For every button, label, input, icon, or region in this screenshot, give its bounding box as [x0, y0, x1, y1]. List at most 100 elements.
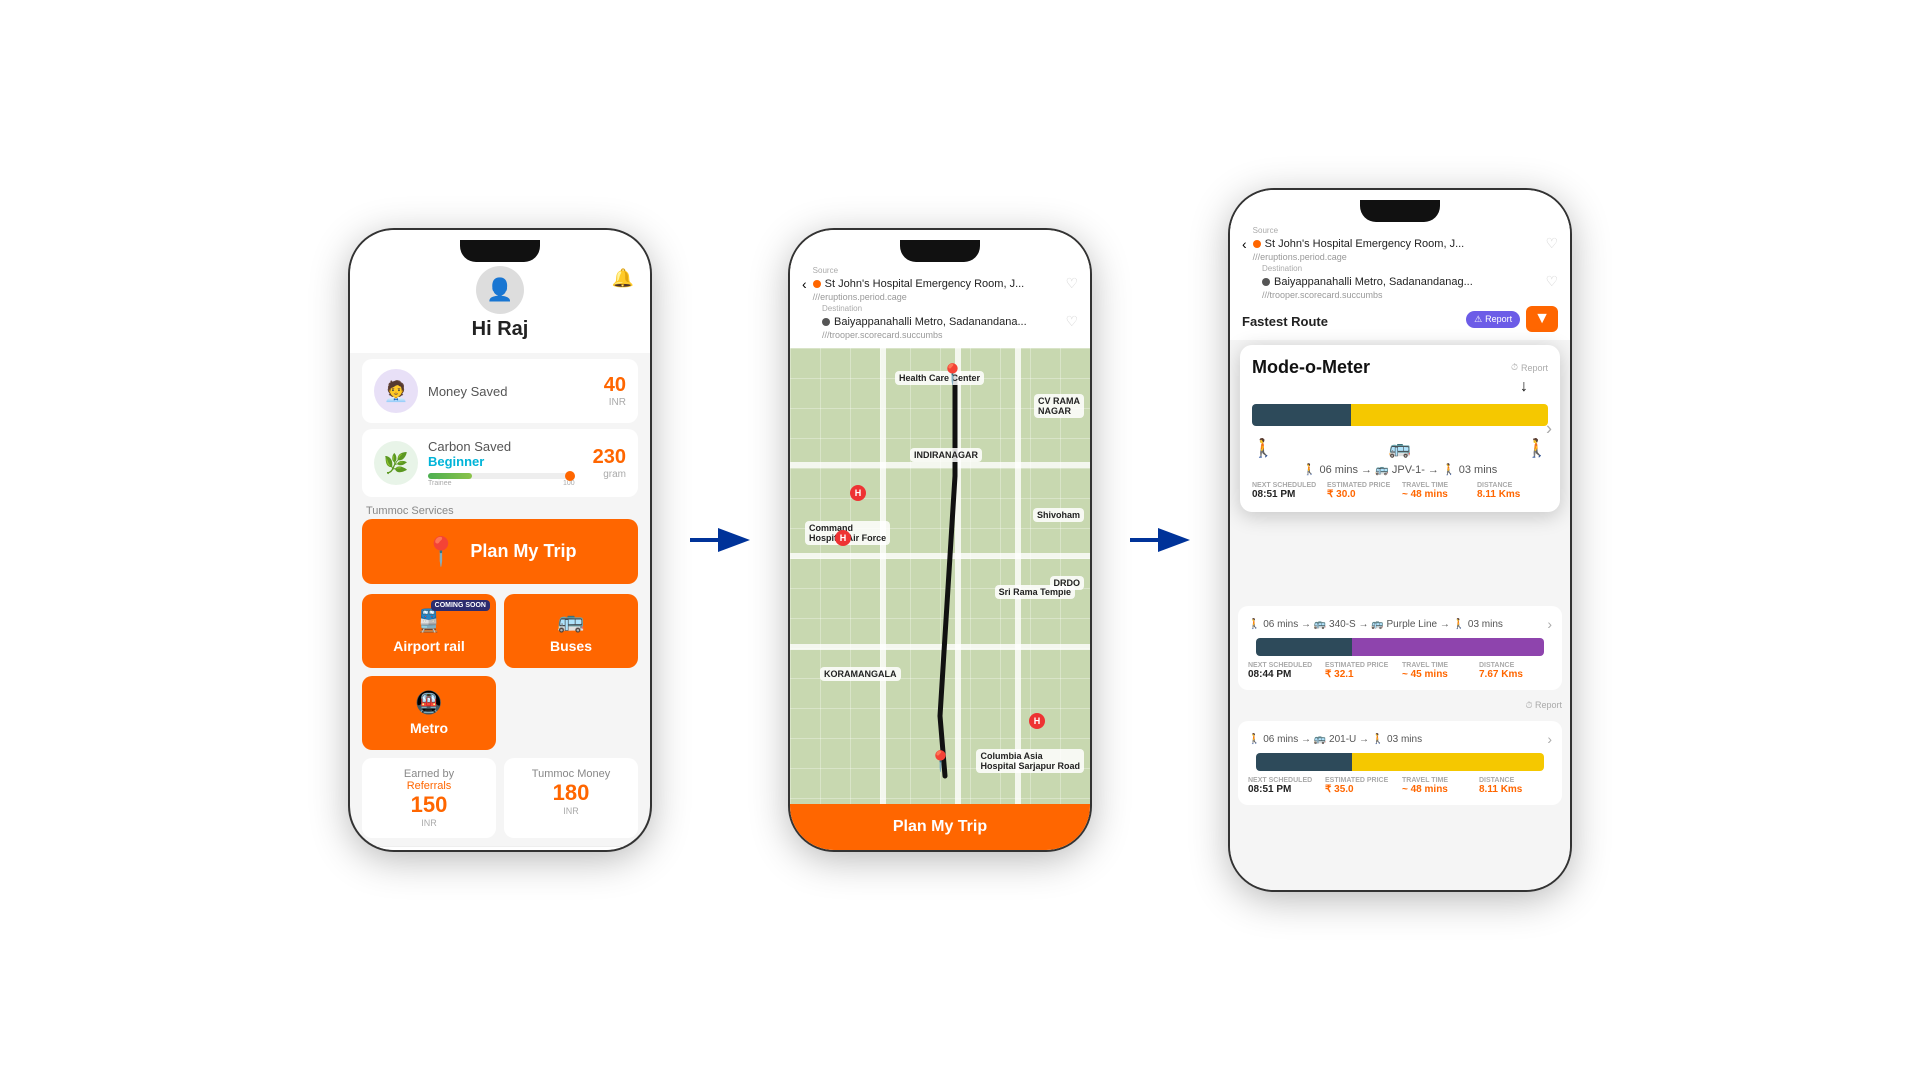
back-icon[interactable]: ‹: [802, 276, 807, 292]
est-price-value-3: ₹ 35.0: [1325, 784, 1398, 795]
card-arrow-3[interactable]: ›: [1547, 731, 1552, 747]
dest-dot-routes: [1262, 278, 1270, 286]
metro-button[interactable]: 🚇 Metro: [362, 676, 496, 750]
tummoc-money-card: Tummoc Money 180 INR: [504, 758, 638, 838]
distance-label-3: DISTANCE: [1479, 777, 1552, 784]
next-sched-label-3: NEXT SCHEDULED: [1248, 777, 1321, 784]
map-pin-dest: 📍: [928, 749, 953, 774]
source-dot: [813, 280, 821, 288]
buses-label: Buses: [550, 638, 592, 654]
money-icon: 🧑‍💼: [374, 369, 418, 413]
phone-routes: ‹ Source St John's Hospital Emergency Ro…: [1230, 190, 1570, 890]
progress-label-max: 100: [563, 480, 575, 487]
route-card-3: 🚶 06 mins → 🚌 201-U → 🚶 03 mins › NEXT S…: [1238, 721, 1562, 805]
map-pin-source: 📍: [940, 362, 965, 387]
est-price-label-2: ESTIMATED PRICE: [1325, 662, 1398, 669]
map-label-columbia: Columbia AsiaHospital Sarjapur Road: [976, 749, 1084, 773]
mode-meter-title: Mode-o-Meter: [1252, 357, 1370, 378]
route-card-2-header: 🚶 06 mins → 🚌 340-S → 🚌 Purple Line → 🚶 …: [1248, 616, 1552, 632]
source-name-routes: St John's Hospital Emergency Room, J...: [1265, 238, 1542, 250]
next-sched-label-1: NEXT SCHEDULED: [1252, 482, 1323, 489]
dest-label-routes: Destination: [1262, 264, 1558, 273]
filter-button[interactable]: ▼: [1526, 306, 1558, 332]
route-card-2: 🚶 06 mins → 🚌 340-S → 🚌 Purple Line → 🚶 …: [1238, 606, 1562, 690]
meter-bar: [1252, 404, 1548, 426]
route-details-2: NEXT SCHEDULED 08:44 PM ESTIMATED PRICE …: [1248, 662, 1552, 680]
tummoc-money-unit: INR: [516, 806, 626, 816]
distance-label-1: DISTANCE: [1477, 482, 1548, 489]
money-saved-card: 🧑‍💼 Money Saved 40 INR: [362, 359, 638, 423]
distance-value-2: 7.67 Kms: [1479, 669, 1552, 680]
earned-referrals-unit: INR: [374, 818, 484, 828]
card-arrow-1[interactable]: ›: [1546, 418, 1552, 439]
dest-dot: [822, 318, 830, 326]
source-heart-routes[interactable]: ♡: [1545, 235, 1558, 252]
source-dot-routes: [1253, 240, 1261, 248]
travel-time-value-3: ~ 48 mins: [1402, 784, 1475, 795]
phone-home: 🔔 👤 Hi Raj 🧑‍💼 Money Saved 40 INR: [350, 230, 650, 850]
travel-time-label-1: TRAVEL TIME: [1402, 482, 1473, 489]
tummoc-money-value: 180: [516, 780, 626, 806]
distance-value-3: 8.11 Kms: [1479, 784, 1552, 795]
bell-icon[interactable]: 🔔: [612, 268, 634, 289]
plan-trip-label: Plan My Trip: [470, 541, 576, 562]
dest-sub-routes: ///trooper.scorecard.succumbs: [1262, 290, 1558, 300]
carbon-value: 230: [593, 446, 626, 469]
service-grid: COMING SOON 🚆 Airport rail 🚌 Buses 🚇 Met…: [350, 594, 650, 750]
routes-screen: ‹ Source St John's Hospital Emergency Ro…: [1230, 190, 1570, 890]
source-label-routes: Source: [1253, 226, 1558, 235]
map-label-shivoham: Shivoham: [1033, 508, 1084, 522]
source-name-map: St John's Hospital Emergency Room, J...: [825, 278, 1062, 290]
back-icon-routes[interactable]: ‹: [1242, 236, 1247, 252]
mode-icons: 🚶 🚌 🚶: [1252, 434, 1548, 463]
money-saved-unit: INR: [604, 397, 626, 408]
routes-header: ‹ Source St John's Hospital Emergency Ro…: [1230, 190, 1570, 340]
fastest-route-label: Fastest Route: [1242, 308, 1328, 331]
route-details-1: NEXT SCHEDULED 08:51 PM ESTIMATED PRICE …: [1252, 482, 1548, 500]
report-button-header[interactable]: ⚠ Report: [1466, 311, 1520, 328]
map-screen: ‹ Source St John's Hospital Emergency Ro…: [790, 230, 1090, 850]
metro-label: Metro: [410, 720, 448, 736]
source-heart-icon[interactable]: ♡: [1065, 275, 1078, 292]
arrow-2: [1130, 525, 1190, 555]
route-journey-2: 🚶 06 mins → 🚌 340-S → 🚌 Purple Line → 🚶 …: [1248, 619, 1503, 630]
dest-heart-routes[interactable]: ♡: [1545, 273, 1558, 290]
airport-rail-label: Airport rail: [393, 638, 465, 654]
route-3-meter: [1256, 753, 1544, 771]
map-label-indiranagar: INDIRANAGAR: [910, 448, 982, 462]
map-area: Health Care Center INDIRANAGAR CV RAMANA…: [790, 348, 1090, 804]
source-sub-map: ///eruptions.period.cage: [813, 292, 1078, 302]
money-saved-value: 40: [604, 374, 626, 397]
plan-trip-button[interactable]: 📍 Plan My Trip: [362, 519, 638, 584]
money-saved-label: Money Saved: [428, 384, 594, 399]
card-arrow-2[interactable]: ›: [1547, 616, 1552, 632]
carbon-unit: gram: [593, 469, 626, 480]
dest-heart-icon[interactable]: ♡: [1065, 313, 1078, 330]
coming-soon-badge: COMING SOON: [431, 600, 490, 611]
next-sched-value-2: 08:44 PM: [1248, 669, 1321, 680]
walk-icon-left: 🚶: [1252, 438, 1274, 459]
tummoc-money-title: Tummoc Money: [516, 768, 626, 780]
dest-label-map: Destination: [822, 304, 1078, 313]
route-card-3-header: 🚶 06 mins → 🚌 201-U → 🚶 03 mins ›: [1248, 731, 1552, 747]
distance-label-2: DISTANCE: [1479, 662, 1552, 669]
nav-bar: 🏠 HOME 📍 YOUR RIDE 👤 ACCOUNT: [350, 846, 650, 850]
meter-arrow: ↓: [1252, 378, 1548, 396]
travel-time-value-2: ~ 45 mins: [1402, 669, 1475, 680]
progress-label-trainee: Trainee: [428, 480, 451, 487]
buses-button[interactable]: 🚌 Buses: [504, 594, 638, 668]
airport-rail-icon: 🚆: [415, 608, 442, 634]
next-sched-label-2: NEXT SCHEDULED: [1248, 662, 1321, 669]
bus-mode-icon: 🚌: [1389, 438, 1411, 459]
home-screen: 🔔 👤 Hi Raj 🧑‍💼 Money Saved 40 INR: [350, 230, 650, 850]
est-price-label-1: ESTIMATED PRICE: [1327, 482, 1398, 489]
earned-referrals-card: Earned byReferrals 150 INR: [362, 758, 496, 838]
dest-name-routes: Baiyappanahalli Metro, Sadanandanag...: [1274, 276, 1541, 288]
est-price-label-3: ESTIMATED PRICE: [1325, 777, 1398, 784]
plan-trip-map-btn[interactable]: Plan My Trip: [790, 804, 1090, 850]
bottom-stats: Earned byReferrals 150 INR Tummoc Money …: [350, 750, 650, 846]
airport-rail-button[interactable]: COMING SOON 🚆 Airport rail: [362, 594, 496, 668]
carbon-icon: 🌿: [374, 441, 418, 485]
earned-referrals-value: 150: [374, 792, 484, 818]
source-label-map: Source: [813, 266, 1078, 275]
